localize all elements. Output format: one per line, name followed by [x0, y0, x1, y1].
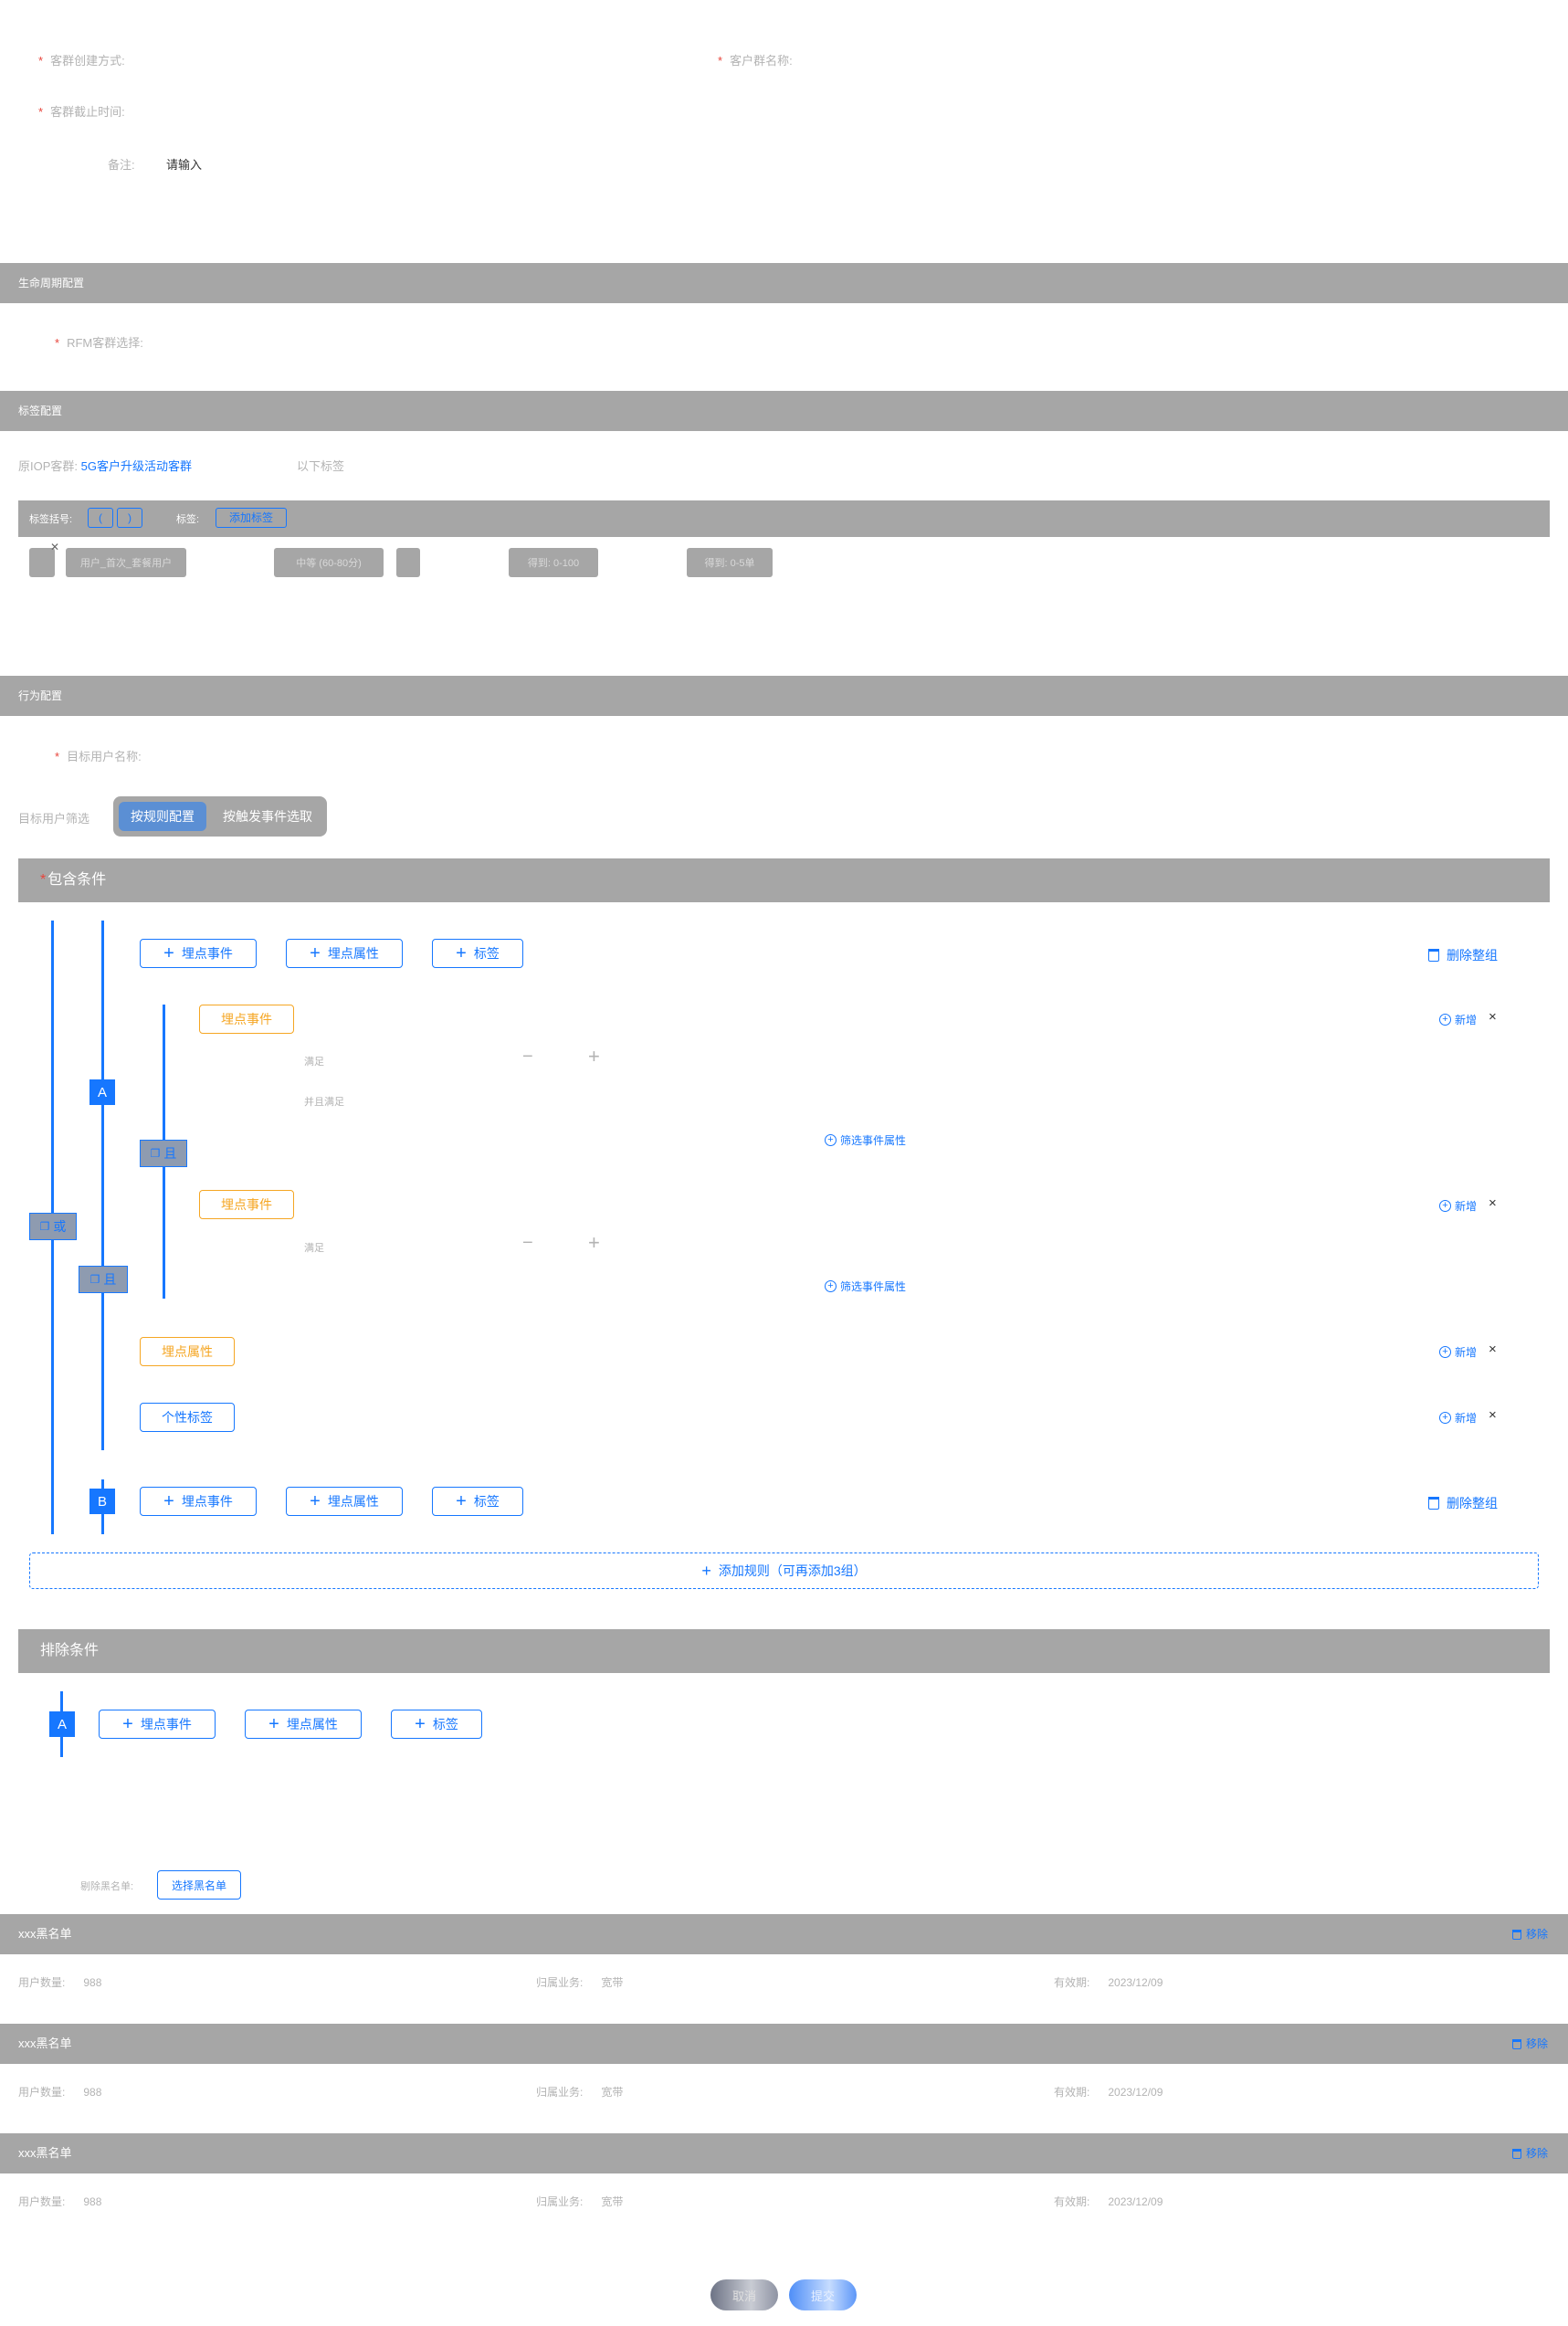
or-node[interactable]: ❐ 或	[29, 1213, 77, 1240]
close-icon[interactable]: ×	[1489, 1407, 1497, 1423]
filter-event-attr-link[interactable]: + 筛选事件属性	[825, 1279, 906, 1294]
tag-remove-icon[interactable]: ✕	[50, 541, 59, 553]
close-icon[interactable]: ×	[1489, 1342, 1497, 1357]
add-event-button[interactable]: + 埋点事件	[99, 1710, 216, 1739]
add-tag-button[interactable]: 添加标签	[216, 508, 287, 528]
add-tag-rule-button[interactable]: + 标签	[432, 939, 523, 968]
behavior-section-bar: 行为配置	[0, 676, 1568, 716]
include-conditions-header: * 包含条件	[18, 858, 1550, 902]
create-method-label: * 客群创建方式:	[38, 54, 125, 68]
and-node-inner[interactable]: ❐ 且	[140, 1140, 187, 1167]
select-blacklist-button[interactable]: 选择黑名单	[157, 1870, 241, 1900]
blacklist-item-header: xxx黑名单 移除	[0, 1914, 1568, 1954]
satisfy-label: 满足	[304, 1243, 324, 1254]
add-circle-icon: +	[825, 1280, 837, 1292]
tag-box[interactable]: 中等 (60-80分)	[274, 548, 384, 577]
tag-box[interactable]: 用户_首次_套餐用户	[66, 548, 186, 577]
exclude-group-a-badge: A	[49, 1711, 75, 1737]
add-event-button[interactable]: + 埋点事件	[140, 1487, 257, 1516]
group-a-line	[101, 921, 104, 1450]
remove-blacklist-button[interactable]: 移除	[1511, 2024, 1548, 2064]
add-circle-icon: +	[1439, 1014, 1451, 1026]
tag-bracket-box[interactable]	[396, 548, 420, 577]
tab-rule-config[interactable]: 按规则配置	[119, 802, 206, 831]
group-a-badge: A	[89, 1079, 115, 1105]
trash-icon	[1511, 2038, 1521, 2049]
attr-tag[interactable]: 埋点属性	[140, 1337, 235, 1366]
rfm-label: * RFM客群选择:	[55, 336, 143, 350]
deadline-label: * 客群截止时间:	[38, 105, 125, 119]
blacklist-count: 用户数量: 988	[18, 2195, 102, 2208]
remove-blacklist-button[interactable]: 移除	[1511, 2133, 1548, 2173]
add-rule-button[interactable]: + 添加规则（可再添加3组）	[29, 1552, 1539, 1589]
add-circle-icon: +	[1439, 1200, 1451, 1212]
blacklist-biz: 归属业务: 宽带	[536, 2086, 624, 2099]
event-tag-2[interactable]: 埋点事件	[199, 1190, 294, 1219]
close-icon[interactable]: ×	[1489, 1195, 1497, 1211]
minus-icon[interactable]: −	[522, 1047, 533, 1068]
new-rule-button[interactable]: + 新增	[1439, 1198, 1477, 1214]
personal-tag[interactable]: 个性标签	[140, 1403, 235, 1432]
add-attr-button[interactable]: + 埋点属性	[286, 1487, 403, 1516]
remark-input[interactable]: 请输入	[166, 155, 202, 173]
blacklist-item-header: xxx黑名单 移除	[0, 2024, 1568, 2064]
add-event-button[interactable]: + 埋点事件	[140, 939, 257, 968]
lifecycle-section-bar: 生命周期配置	[0, 263, 1568, 303]
blacklist-item-header: xxx黑名单 移除	[0, 2133, 1568, 2173]
group-b-badge: B	[89, 1489, 115, 1514]
close-bracket-button[interactable]: )	[117, 508, 142, 528]
submit-button[interactable]: 提交	[789, 2279, 857, 2310]
target-name-label: * 目标用户名称:	[55, 750, 142, 763]
satisfy-label: 满足	[304, 1057, 324, 1068]
add-attr-button[interactable]: + 埋点属性	[245, 1710, 362, 1739]
blacklist-count: 用户数量: 988	[18, 2086, 102, 2099]
plus-icon[interactable]: +	[588, 1231, 600, 1255]
plus-icon[interactable]: +	[588, 1045, 600, 1068]
blacklist-count: 用户数量: 988	[18, 1976, 102, 1989]
tag-box[interactable]: 得到: 0-100	[509, 548, 598, 577]
tag-label: 标签:	[176, 514, 200, 525]
tag-box[interactable]: 得到: 0-5单	[687, 548, 773, 577]
add-circle-icon: +	[1439, 1412, 1451, 1424]
cancel-button[interactable]: 取消	[710, 2279, 778, 2310]
delete-group-a-button[interactable]: 删除整组	[1428, 946, 1498, 964]
add-tag-rule-button[interactable]: + 标签	[391, 1710, 482, 1739]
group-name-label: * 客户群名称:	[718, 54, 793, 68]
exclude-conditions-header: 排除条件	[18, 1629, 1550, 1673]
blacklist-expire: 有效期: 2023/12/09	[1054, 1976, 1163, 1989]
close-icon[interactable]: ×	[1489, 1009, 1497, 1025]
bracket-label: 标签括号:	[29, 514, 73, 525]
trash-icon	[1428, 949, 1439, 962]
source-group: 原IOP客群: 5G客户升级活动客群	[18, 459, 192, 473]
blacklist-biz: 归属业务: 宽带	[536, 1976, 624, 1989]
event-tag-1[interactable]: 埋点事件	[199, 1005, 294, 1034]
tab-trigger-event[interactable]: 按触发事件选取	[217, 802, 318, 831]
and-satisfy-label: 并且满足	[304, 1097, 344, 1108]
filter-event-attr-link[interactable]: + 筛选事件属性	[825, 1132, 906, 1148]
add-circle-icon: +	[1439, 1346, 1451, 1358]
remark-label: 备注:	[108, 158, 135, 172]
new-rule-button[interactable]: + 新增	[1439, 1410, 1477, 1426]
blacklist-expire: 有效期: 2023/12/09	[1054, 2195, 1163, 2208]
open-bracket-button[interactable]: (	[88, 508, 113, 528]
tags-section-bar: 标签配置	[0, 391, 1568, 431]
minus-icon[interactable]: −	[522, 1233, 533, 1254]
new-rule-button[interactable]: + 新增	[1439, 1344, 1477, 1360]
add-circle-icon: +	[825, 1134, 837, 1146]
add-attr-button[interactable]: + 埋点属性	[286, 939, 403, 968]
trash-icon	[1428, 1497, 1439, 1510]
blacklist-biz: 归属业务: 宽带	[536, 2195, 624, 2208]
blacklist-expire: 有效期: 2023/12/09	[1054, 2086, 1163, 2099]
following-tags-text: 以下标签	[297, 459, 345, 473]
add-tag-rule-button[interactable]: + 标签	[432, 1487, 523, 1516]
target-filter-label: 目标用户筛选	[18, 812, 90, 826]
trash-icon	[1511, 2148, 1521, 2159]
new-rule-button[interactable]: + 新增	[1439, 1012, 1477, 1027]
trash-icon	[1511, 1929, 1521, 1940]
blacklist-label: 剔除黑名单:	[80, 1881, 134, 1892]
and-node-outer[interactable]: ❐ 且	[79, 1266, 128, 1293]
remove-blacklist-button[interactable]: 移除	[1511, 1914, 1548, 1954]
delete-group-b-button[interactable]: 删除整组	[1428, 1494, 1498, 1512]
source-group-link[interactable]: 5G客户升级活动客群	[81, 459, 192, 473]
